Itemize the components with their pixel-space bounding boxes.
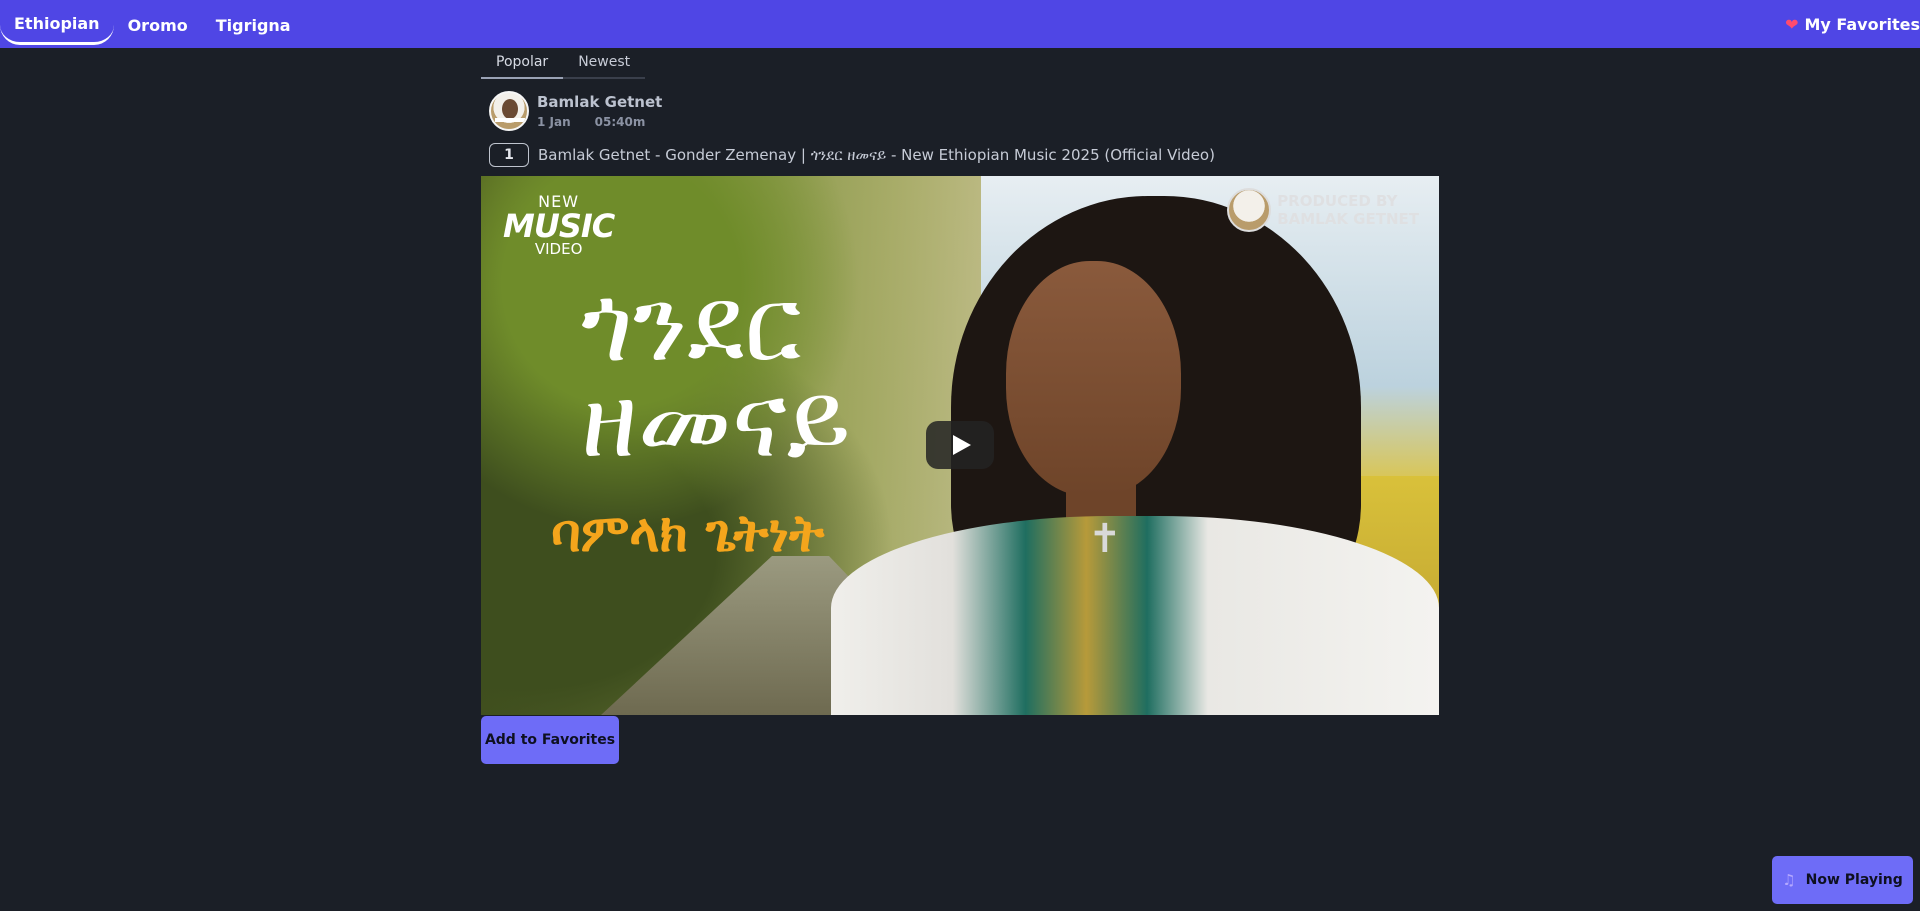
- nav-tab-ethiopian[interactable]: Ethiopian: [0, 5, 114, 45]
- now-playing-label: Now Playing: [1805, 872, 1903, 888]
- badge-line-music: MUSIC: [503, 207, 615, 245]
- music-note-icon: ♫: [1782, 871, 1796, 889]
- amharic-title-line1: ጎንደር: [581, 263, 802, 385]
- cross-pendant-icon: ✝: [1088, 516, 1122, 562]
- video-duration: 05:40m: [594, 115, 646, 129]
- produced-line1: PRODUCED BY: [1277, 192, 1398, 210]
- my-favorites-label: My Favorites: [1804, 14, 1920, 34]
- play-icon: [953, 435, 971, 455]
- heart-icon: ❤: [1785, 14, 1799, 34]
- play-button[interactable]: [926, 421, 994, 469]
- post-date: 1 Jan: [537, 115, 571, 129]
- nav-tab-tigrigna[interactable]: Tigrigna: [202, 5, 305, 45]
- tab-newest[interactable]: Newest: [563, 48, 646, 79]
- thumbnail-amharic-title: ጎንደር ዘመናይ: [581, 263, 851, 481]
- now-playing-button[interactable]: ♫ Now Playing: [1772, 856, 1913, 904]
- video-title[interactable]: Bamlak Getnet - Gonder Zemenay | ጎንደር ዘመ…: [538, 146, 1215, 164]
- sort-tabs: Popolar Newest: [481, 48, 1439, 79]
- top-nav-bar: Ethiopian Oromo Tigrigna ❤ My Favorites: [0, 0, 1920, 48]
- author-header: Bamlak Getnet 1 Jan 05:40m: [481, 89, 1439, 133]
- post-meta: 1 Jan 05:40m: [537, 115, 662, 129]
- main-content: Popolar Newest Bamlak Getnet 1 Jan 05:40m…: [481, 48, 1439, 764]
- produced-by-watermark: PRODUCED BY BAMLAK GETNET: [1227, 188, 1419, 232]
- avatar[interactable]: [489, 91, 529, 131]
- new-music-video-badge: NEW MUSIC VIDEO: [503, 194, 615, 257]
- my-favorites-link[interactable]: ❤ My Favorites: [1785, 0, 1920, 48]
- author-name[interactable]: Bamlak Getnet: [537, 93, 662, 111]
- produced-line2: BAMLAK GETNET: [1277, 210, 1419, 228]
- rank-badge: 1: [489, 143, 529, 167]
- nav-tab-oromo[interactable]: Oromo: [114, 5, 202, 45]
- author-info: Bamlak Getnet 1 Jan 05:40m: [537, 93, 662, 129]
- video-player[interactable]: ✝ NEW MUSIC VIDEO ጎንደር ዘመናይ ባምላክ ጌትነት PR…: [481, 176, 1439, 715]
- thumbnail-amharic-subtitle: ባምላክ ጌትነት: [551, 504, 825, 564]
- producer-avatar: [1227, 188, 1272, 232]
- video-title-row: 1 Bamlak Getnet - Gonder Zemenay | ጎንደር …: [481, 143, 1439, 167]
- tab-popular[interactable]: Popolar: [481, 48, 564, 79]
- amharic-title-line2: ዘመናይ: [581, 359, 851, 481]
- add-to-favorites-button[interactable]: Add to Favorites: [481, 716, 619, 764]
